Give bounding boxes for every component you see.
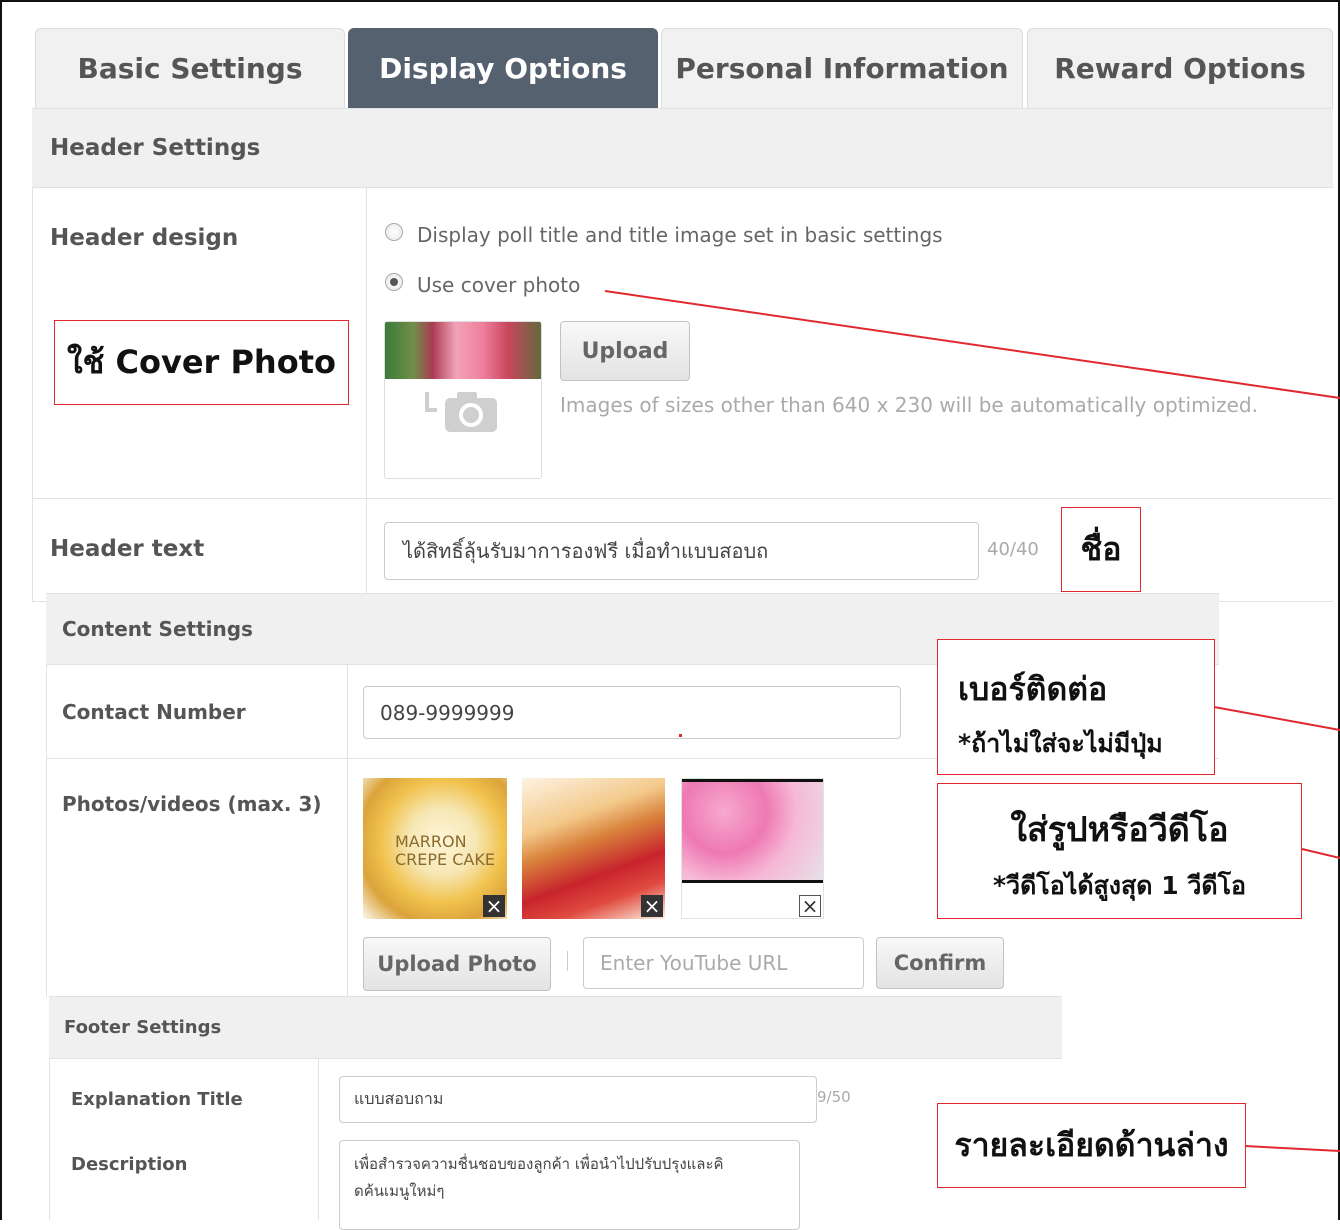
annotation-name: ชื่อ	[1061, 507, 1141, 592]
cover-photo-pointer-line	[604, 290, 1340, 399]
annotation-lines	[604, 290, 1340, 1152]
annotation-footer-detail: รายละเอียดด้านล่าง	[937, 1103, 1246, 1188]
media-pointer-line	[1301, 848, 1340, 859]
contact-pointer-line	[1213, 706, 1340, 731]
annotation-contact: เบอร์ติดต่อ *ถ้าไม่ใส่จะไม่มีปุ่ม	[937, 639, 1215, 775]
annotation-media-note: *วีดีโอได้สูงสุด 1 วีดีโอ	[992, 871, 1247, 900]
annotation-media-title: ใส่รูปหรือวีดีโอ	[1010, 810, 1229, 850]
annotation-contact-title: เบอร์ติดต่อ	[958, 670, 1108, 708]
annotation-contact-note: *ถ้าไม่ใส่จะไม่มีปุ่ม	[958, 729, 1163, 758]
annotation-cover-photo: ใช้ Cover Photo	[54, 320, 349, 405]
footer-pointer-line	[1244, 1145, 1340, 1152]
annotation-media: ใส่รูปหรือวีดีโอ *วีดีโอได้สูงสุด 1 วีดี…	[937, 783, 1302, 919]
